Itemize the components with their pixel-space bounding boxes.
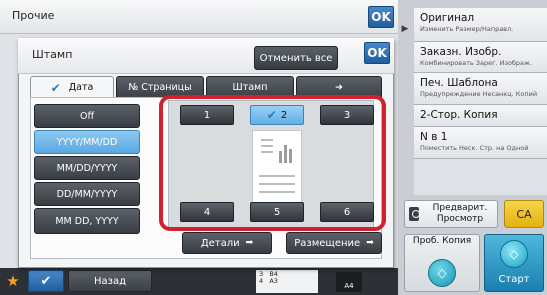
- paper-tray-row: 4 A3: [259, 277, 278, 285]
- proof-copy-icon: ◇: [428, 259, 456, 287]
- preview-label: Предварит. Просмотр: [432, 203, 488, 224]
- star-icon[interactable]: ★: [4, 272, 22, 290]
- dialog-ok-button[interactable]: OK: [364, 42, 390, 64]
- background-title: Прочие: [12, 9, 55, 22]
- paper-tray-info: 3 B4 4 A3: [256, 270, 318, 293]
- format-dd-mm-yyyy-button[interactable]: DD/MM/YYYY: [34, 182, 140, 206]
- menu-item-sub: Поместить Неск. Стр. на Одной: [420, 144, 529, 152]
- checkmark-button[interactable]: ✔: [28, 270, 64, 292]
- menu-item-sub: Комбинировать Зарег. Изображ.: [420, 59, 532, 67]
- panel-collapse-icon[interactable]: ▶: [398, 22, 412, 36]
- menu-item-original[interactable]: Оригинал Изменить Размер/Направл.: [414, 8, 547, 42]
- proof-copy-label: Проб. Копия: [412, 236, 472, 246]
- background-header: [0, 0, 398, 34]
- menu-item-duplex[interactable]: 2-Стор. Копия: [414, 105, 547, 127]
- menu-item-pattern-print[interactable]: Печ. Шаблона Предупреждение Несанкц. Коп…: [414, 73, 547, 105]
- menu-item-sub: Предупреждение Несанкц. Копий: [420, 90, 538, 98]
- menu-item-label: Оригинал: [420, 12, 475, 24]
- format-off-button[interactable]: Off: [34, 104, 140, 128]
- dialog-title: Штамп: [32, 48, 73, 61]
- tab-label: Дата: [68, 82, 94, 93]
- placement-label: Размещение: [294, 237, 361, 249]
- preview-icon: [409, 207, 420, 221]
- paper-size-badge: A4: [336, 272, 362, 292]
- highlight-frame: [159, 95, 386, 231]
- format-mm-dd-yyyy-button[interactable]: MM/DD/YYYY: [34, 156, 140, 180]
- format-mm-dd-comma-yyyy-button[interactable]: MM DD, YYYY: [34, 208, 140, 234]
- clear-all-button[interactable]: CA: [504, 200, 544, 228]
- menu-item-label: 2-Стор. Копия: [420, 109, 498, 121]
- format-yyyy-mm-dd-button[interactable]: YYYY/MM/DD: [34, 130, 140, 154]
- menu-item-label: Заказн. Изобр.: [420, 46, 502, 58]
- preview-button[interactable]: Предварит. Просмотр: [404, 200, 498, 228]
- back-button[interactable]: Назад: [68, 270, 152, 292]
- cancel-all-button[interactable]: Отменить все: [254, 46, 338, 70]
- details-button[interactable]: Детали ➡: [182, 232, 272, 254]
- details-label: Детали: [200, 237, 240, 249]
- tab-date[interactable]: ✔ Дата: [30, 76, 114, 98]
- start-icon: ◇: [500, 240, 528, 268]
- menu-empty-area: [414, 159, 547, 195]
- menu-item-label: N в 1: [420, 131, 448, 143]
- menu-item-label: Печ. Шаблона: [420, 77, 498, 89]
- background-ok-button[interactable]: OK: [368, 6, 394, 28]
- arrow-right-icon: ➡: [245, 238, 254, 248]
- arrow-right-icon: ➡: [366, 238, 374, 248]
- menu-item-n-up[interactable]: N в 1 Поместить Неск. Стр. на Одной: [414, 127, 547, 159]
- menu-item-custom-image[interactable]: Заказн. Изобр. Комбинировать Зарег. Изоб…: [414, 42, 547, 73]
- menu-item-sub: Изменить Размер/Направл.: [420, 25, 514, 33]
- placement-button[interactable]: Размещение ➡: [286, 232, 382, 254]
- check-icon: ✔: [50, 80, 61, 95]
- start-label: Старт: [498, 274, 530, 285]
